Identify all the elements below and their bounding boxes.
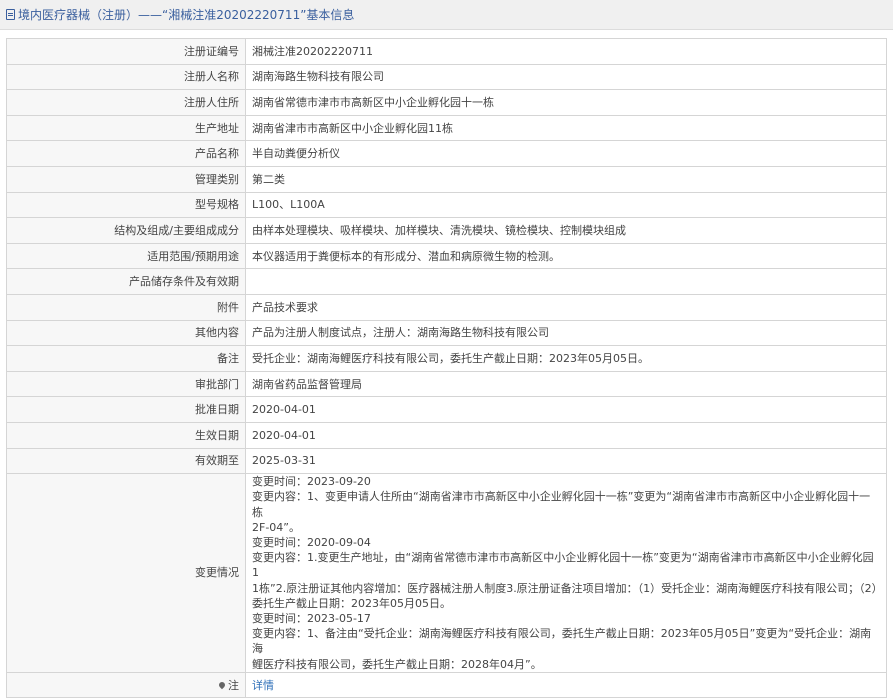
page-title: 境内医疗器械（注册）——“湘械注准20202220711”基本信息 — [18, 8, 355, 22]
table-row: 管理类别 第二类 — [6, 165, 887, 193]
field-value: 半自动粪便分析仪 — [245, 140, 887, 167]
table-row-note: 注详情 — [6, 671, 887, 698]
field-value: 详情 — [245, 671, 887, 698]
field-label: 型号规格 — [6, 191, 246, 219]
change-line: 变更时间：2023-09-20 — [252, 475, 371, 489]
field-value: 湖南省常德市津市市高新区中小企业孵化园十一栋 — [245, 89, 887, 116]
field-value: 湘械注准20202220711 — [245, 38, 887, 65]
table-row: 批准日期 2020-04-01 — [6, 396, 887, 423]
detail-link[interactable]: 详情 — [252, 679, 274, 692]
field-label: 附件 — [6, 293, 246, 321]
change-line: 委托生产截止日期：2023年05月05日。 — [252, 596, 451, 610]
field-value: 2025-03-31 — [245, 447, 887, 475]
document-icon — [6, 9, 15, 20]
field-label: 产品名称 — [6, 140, 246, 167]
change-line: 变更内容：1.变更生产地址，由“湖南省常德市津市市高新区中小企业孵化园十一栋”变… — [252, 551, 874, 580]
change-line: 变更时间：2020-09-04 — [252, 535, 371, 549]
field-label: 产品储存条件及有效期 — [6, 268, 246, 295]
change-line: 1栋”2.原注册证其他内容增加：医疗器械注册人制度3.原注册证备注项目增加：（1… — [252, 581, 883, 595]
table-row: 型号规格 L100、L100A — [6, 191, 887, 219]
field-label: 变更情况 — [6, 473, 246, 673]
table-row: 有效期至 2025-03-31 — [6, 447, 887, 475]
field-value: 2020-04-01 — [245, 421, 887, 449]
field-label: 批准日期 — [6, 396, 246, 423]
field-label: 注册人名称 — [6, 63, 246, 91]
change-line: 变更时间：2023-05-17 — [252, 611, 371, 625]
info-table: 注册证编号 湘械注准20202220711 注册人名称 湖南海路生物科技有限公司 注册人… — [6, 38, 887, 698]
table-row: 注册证编号 湘械注准20202220711 — [6, 38, 887, 65]
field-value: L100、L100A — [245, 191, 887, 219]
change-line: 变更内容：1、变更申请人住所由“湖南省津市市高新区中小企业孵化园十一栋”变更为“… — [252, 490, 871, 519]
change-line: 鲤医疗科技有限公司，委托生产截止日期：2028年04月”。 — [252, 657, 542, 671]
field-label: 生产地址 — [6, 114, 246, 142]
change-line: 变更内容：1、备注由“受托企业：湖南海鲤医疗科技有限公司，委托生产截止日期：20… — [252, 627, 872, 656]
field-label: 注册证编号 — [6, 38, 246, 65]
table-row: 审批部门 湖南省药品监督管理局 — [6, 370, 887, 398]
table-row: 结构及组成/主要组成成分 由样本处理模块、吸样模块、加样模块、清洗模块、镜检模块、… — [6, 217, 887, 244]
table-row: 生效日期 2020-04-01 — [6, 421, 887, 449]
note-label: 注 — [228, 678, 239, 692]
table-row: 注册人名称 湖南海路生物科技有限公司 — [6, 63, 887, 91]
table-row: 附件 产品技术要求 — [6, 293, 887, 321]
table-row: 备注 受托企业：湖南海鲤医疗科技有限公司，委托生产截止日期：2023年05月05日… — [6, 345, 887, 372]
field-label: 注册人住所 — [6, 89, 246, 116]
field-value: 2020-04-01 — [245, 396, 887, 423]
pin-icon — [217, 680, 227, 689]
field-value — [245, 268, 887, 295]
field-value: 受托企业：湖南海鲤医疗科技有限公司，委托生产截止日期：2023年05月05日。 — [245, 345, 887, 372]
field-label: 其他内容 — [6, 319, 246, 347]
field-label: 有效期至 — [6, 447, 246, 475]
table-row-changes: 变更情况 变更时间：2023-09-20 变更内容：1、变更申请人住所由“湖南省津市… — [6, 473, 887, 673]
field-label: 审批部门 — [6, 370, 246, 398]
field-value: 本仪器适用于粪便标本的有形成分、潜血和病原微生物的检测。 — [245, 242, 887, 270]
table-row: 生产地址 湖南省津市市高新区中小企业孵化园11栋 — [6, 114, 887, 142]
field-value: 产品技术要求 — [245, 293, 887, 321]
field-value: 第二类 — [245, 165, 887, 193]
field-value: 湖南海路生物科技有限公司 — [245, 63, 887, 91]
field-value: 产品为注册人制度试点，注册人：湖南海路生物科技有限公司 — [245, 319, 887, 347]
field-label: 适用范围/预期用途 — [6, 242, 246, 270]
table-row: 注册人住所 湖南省常德市津市市高新区中小企业孵化园十一栋 — [6, 89, 887, 116]
field-label: 结构及组成/主要组成成分 — [6, 217, 246, 244]
page-title-bar: 境内医疗器械（注册）——“湘械注准20202220711”基本信息 — [0, 0, 893, 30]
change-line: 2F-04”。 — [252, 520, 300, 534]
field-value: 湖南省津市市高新区中小企业孵化园11栋 — [245, 114, 887, 142]
field-value: 湖南省药品监督管理局 — [245, 370, 887, 398]
field-label: 生效日期 — [6, 421, 246, 449]
field-label: 备注 — [6, 345, 246, 372]
changes-list: 变更时间：2023-09-20 变更内容：1、变更申请人住所由“湖南省津市市高新区… — [245, 473, 887, 673]
table-row: 适用范围/预期用途 本仪器适用于粪便标本的有形成分、潜血和病原微生物的检测。 — [6, 242, 887, 270]
field-label: 注 — [6, 671, 246, 698]
field-value: 由样本处理模块、吸样模块、加样模块、清洗模块、镜检模块、控制模块组成 — [245, 217, 887, 244]
table-row: 其他内容 产品为注册人制度试点，注册人：湖南海路生物科技有限公司 — [6, 319, 887, 347]
table-row: 产品名称 半自动粪便分析仪 — [6, 140, 887, 167]
field-label: 管理类别 — [6, 165, 246, 193]
table-row: 产品储存条件及有效期 — [6, 268, 887, 295]
